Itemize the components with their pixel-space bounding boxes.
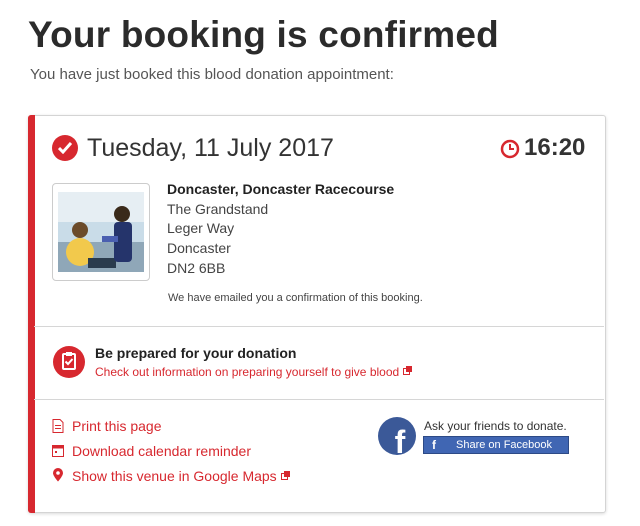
card-accent-bar (28, 115, 35, 513)
page-subtitle: You have just booked this blood donation… (30, 66, 394, 83)
print-link[interactable]: Print this page (72, 418, 162, 434)
appointment-time: 16:20 (524, 134, 586, 161)
venue-name: Doncaster, Doncaster Racecourse (167, 181, 395, 197)
google-maps-link-text[interactable]: Show this venue in Google Maps (72, 468, 277, 484)
facebook-logo-icon: f (378, 417, 416, 455)
ask-friends-text: Ask your friends to donate. (424, 419, 567, 433)
check-icon (52, 135, 78, 161)
divider (34, 399, 604, 400)
calendar-icon (52, 444, 64, 458)
venue-postcode: DN2 6BB (167, 260, 226, 276)
appointment-date: Tuesday, 11 July 2017 (87, 134, 334, 162)
map-pin-icon (52, 468, 64, 482)
facebook-icon: f (432, 438, 436, 452)
page-title: Your booking is confirmed (28, 14, 499, 55)
venue-address-line1: The Grandstand (167, 201, 269, 217)
clock-icon (500, 139, 520, 159)
calendar-reminder-link[interactable]: Download calendar reminder (72, 443, 251, 459)
clipboard-icon (53, 346, 85, 378)
prepare-title: Be prepared for your donation (95, 345, 297, 361)
prepare-link[interactable]: Check out information on preparing yours… (95, 364, 413, 379)
share-facebook-button[interactable]: f Share on Facebook (423, 436, 569, 454)
venue-address-line3: Doncaster (167, 240, 231, 256)
external-link-icon (280, 467, 290, 480)
prepare-link-text[interactable]: Check out information on preparing yours… (95, 365, 399, 379)
google-maps-link[interactable]: Show this venue in Google Maps (72, 467, 290, 484)
venue-photo (52, 183, 150, 281)
external-link-icon (403, 364, 413, 375)
email-confirmation-note: We have emailed you a confirmation of th… (168, 292, 423, 304)
venue-address-line2: Leger Way (167, 220, 235, 236)
share-facebook-label: Share on Facebook (456, 439, 553, 451)
divider (34, 326, 604, 327)
print-icon (52, 419, 64, 433)
